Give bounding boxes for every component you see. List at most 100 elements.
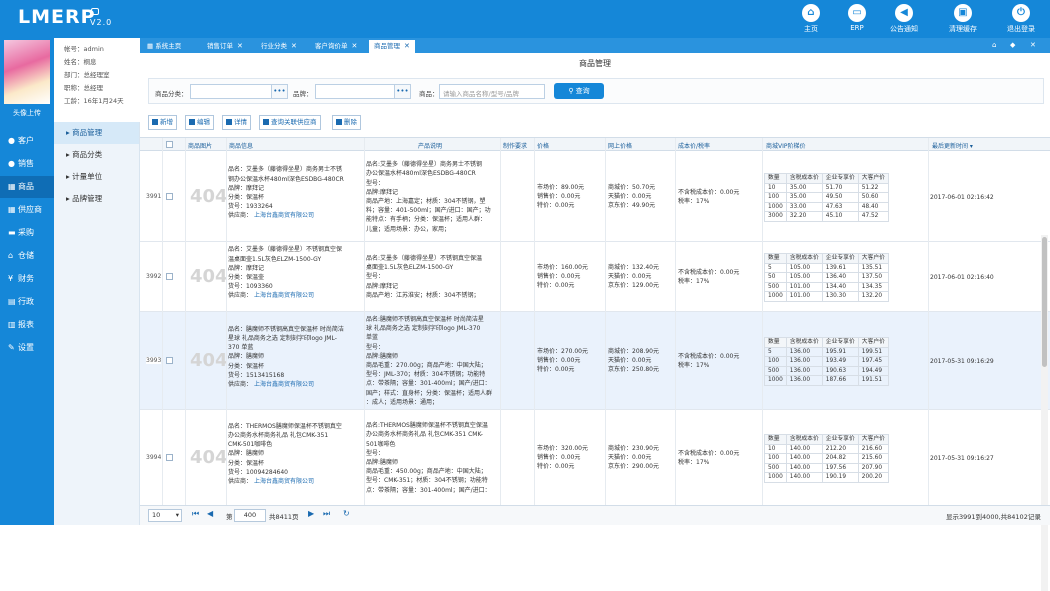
close-icon[interactable]: ✕ xyxy=(352,42,358,50)
sidebar-item-people[interactable]: ● 销售 xyxy=(0,153,54,175)
supplier-link[interactable]: 上海台鑫商贸有限公司 xyxy=(254,211,358,220)
row-checkbox[interactable] xyxy=(166,193,173,200)
last-page-icon[interactable]: ⏭ xyxy=(323,509,330,519)
subnav-item[interactable]: ▸ 计量单位 xyxy=(54,166,139,188)
topnav-erp[interactable]: ▭ ERP xyxy=(837,4,877,32)
cost-line: 税率：17% xyxy=(678,459,710,467)
vip-cell: 33.00 xyxy=(785,201,823,212)
table-row[interactable]: 3993 404 品名：膳魔师不锈钢高真空保温杯 时尚简洁 星球 礼品商务之选 定制刻… xyxy=(140,312,1050,410)
sidebar-item-report[interactable]: ▥ 报表 xyxy=(0,314,54,336)
vip-cell: 137.50 xyxy=(857,272,889,283)
cost-line: 税率：17% xyxy=(678,362,710,370)
brand-picker-button[interactable]: ••• xyxy=(395,84,411,99)
subnav-item[interactable]: ▸ 商品分类 xyxy=(54,144,139,166)
search-button[interactable]: ⚲ 查询 xyxy=(554,83,604,99)
sidebar-item-user[interactable]: ● 客户 xyxy=(0,130,54,152)
vip-cell: 含税成本价 xyxy=(785,434,823,445)
next-page-icon[interactable]: ▶ xyxy=(308,509,314,518)
sidebar-item-admin[interactable]: ▤ 行政 xyxy=(0,291,54,313)
close-icon[interactable]: ✕ xyxy=(404,42,410,50)
product-search-input[interactable]: 请输入商品名称/型号/品牌 xyxy=(439,84,545,99)
page-number-input[interactable]: 400 xyxy=(234,509,266,522)
table-row[interactable]: 3992 404 品名：艾墨多（藤德得坐星）不锈钢真空保 温桌面壶1.5L灰色ELZM… xyxy=(140,242,1050,312)
table-row[interactable]: 3994 404 品名：THERMOS膳魔师保温杯不锈钢真空 办公商务水杯商务礼品 礼… xyxy=(140,410,1050,506)
vip-cell: 195.91 xyxy=(821,346,859,357)
close-icon[interactable]: ✕ xyxy=(237,42,243,50)
topnav-power[interactable]: ⏻ 退出登录 xyxy=(1001,4,1041,34)
select-all-checkbox[interactable] xyxy=(166,141,173,148)
product-image[interactable]: 404 xyxy=(190,350,228,371)
desc-line: 办公商务水杯商务礼品 礼包CMK-351 CMK- xyxy=(366,431,483,439)
product-image[interactable]: 404 xyxy=(190,266,228,287)
refresh-small-icon[interactable]: ◆ xyxy=(1010,41,1015,49)
brand-input[interactable] xyxy=(315,84,395,99)
table-row[interactable]: 3991 404 品名：艾墨多（藤德得坐星）商务男士不锈 钢办公保温水杯480ml深色… xyxy=(140,152,1050,242)
col-updated[interactable]: 最后更新时间 ▾ xyxy=(932,141,973,150)
category-picker-button[interactable]: ••• xyxy=(272,84,288,99)
subnav-item[interactable]: ▸ 品牌管理 xyxy=(54,188,139,210)
home-small-icon[interactable]: ⌂ xyxy=(992,41,996,49)
online-line: 商城价：230.90元 xyxy=(608,445,659,452)
subnav-item[interactable]: ▸ 商品管理 xyxy=(54,122,139,144)
sidebar-item-wrench[interactable]: ✎ 设置 xyxy=(0,337,54,359)
supplier-link[interactable]: 上海台鑫商贸有限公司 xyxy=(254,380,358,389)
price-cell: 市场价：270.00元 销售价：0.00元 特价：0.00元 xyxy=(537,347,588,375)
row-checkbox[interactable] xyxy=(166,454,173,461)
col-req[interactable]: 制作要求 xyxy=(503,141,527,150)
detail-button[interactable]: 详情 xyxy=(222,115,251,130)
grid-scrollbar[interactable] xyxy=(1041,235,1048,591)
online-line: 天猫价：0.00元 xyxy=(608,273,652,281)
avatar-upload-link[interactable]: 头像上传 xyxy=(0,108,54,118)
col-online[interactable]: 网上价格 xyxy=(608,141,632,150)
home-icon: ⌂ xyxy=(802,4,820,22)
sidebar-item-supplier[interactable]: ▦ 供应商 xyxy=(0,199,54,221)
col-cost[interactable]: 成本价/税率 xyxy=(678,141,710,150)
delete-button[interactable]: 删除 xyxy=(332,115,361,130)
topnav-speaker[interactable]: ◀ 公告通知 xyxy=(884,4,924,34)
avatar[interactable] xyxy=(4,40,50,104)
page-size-select[interactable]: 10 ▾ xyxy=(148,509,182,522)
supplier-link[interactable]: 上海台鑫商贸有限公司 xyxy=(254,477,358,486)
sidebar-item-yen[interactable]: ¥ 财务 xyxy=(0,268,54,290)
col-info[interactable]: 商品信息 xyxy=(229,141,253,150)
tab-item[interactable]: ▦ 系统主页 xyxy=(142,40,186,53)
product-image[interactable]: 404 xyxy=(190,186,228,207)
refresh-icon[interactable]: ↻ xyxy=(343,509,350,518)
vip-cell: 200.20 xyxy=(857,472,889,483)
tab-item[interactable]: 客户询价单 ✕ xyxy=(310,40,362,53)
sidebar-item-cart[interactable]: ▬ 采购 xyxy=(0,222,54,244)
tab-item[interactable]: 销售订单 ✕ xyxy=(202,40,248,53)
logo-badge-icon xyxy=(91,8,99,15)
query-supplier-button[interactable]: 查询关联供应商 xyxy=(259,115,321,130)
vip-cell: 197.56 xyxy=(821,462,859,473)
tab-item[interactable]: 行业分类 ✕ xyxy=(256,40,302,53)
tab-item[interactable]: 商品管理 ✕ xyxy=(369,40,415,53)
supplier-link[interactable]: 上海台鑫商贸有限公司 xyxy=(254,291,358,300)
add-button[interactable]: 新增 xyxy=(148,115,177,130)
online-line: 商城价：208.90元 xyxy=(608,348,659,355)
sidebar-item-warehouse[interactable]: ⌂ 仓储 xyxy=(0,245,54,267)
row-checkbox[interactable] xyxy=(166,357,173,364)
row-number: 3992 xyxy=(146,273,162,280)
product-image[interactable]: 404 xyxy=(190,447,228,468)
vip-cell: 216.60 xyxy=(857,443,889,454)
col-desc[interactable]: 产品说明 xyxy=(418,141,442,150)
close-all-icon[interactable]: ✕ xyxy=(1030,41,1036,49)
col-vip[interactable]: 商城VIP阶梯价 xyxy=(766,141,806,150)
edit-button[interactable]: 编辑 xyxy=(185,115,214,130)
scrollbar-thumb[interactable] xyxy=(1042,237,1047,367)
first-page-icon[interactable]: ⏮ xyxy=(192,509,199,519)
sidebar-item-product[interactable]: ▦ 商品 xyxy=(0,176,54,198)
page-size-value: 10 xyxy=(152,511,161,519)
row-checkbox[interactable] xyxy=(166,273,173,280)
category-input[interactable] xyxy=(190,84,272,99)
vip-row: 5 105.00 139.61 135.51 xyxy=(764,262,889,273)
price-line: 市场价：160.00元 xyxy=(537,264,588,271)
col-img[interactable]: 商品图片 xyxy=(188,141,212,150)
topnav-trash[interactable]: ▣ 清理缓存 xyxy=(943,4,983,34)
prev-page-icon[interactable]: ◀ xyxy=(207,509,213,518)
desc-line: 国产；样式：直身杯；分类：保温杯；适用人群 xyxy=(366,389,493,397)
close-icon[interactable]: ✕ xyxy=(291,42,297,50)
col-price[interactable]: 价格 xyxy=(537,141,549,150)
topnav-home[interactable]: ⌂ 主页 xyxy=(791,4,831,34)
